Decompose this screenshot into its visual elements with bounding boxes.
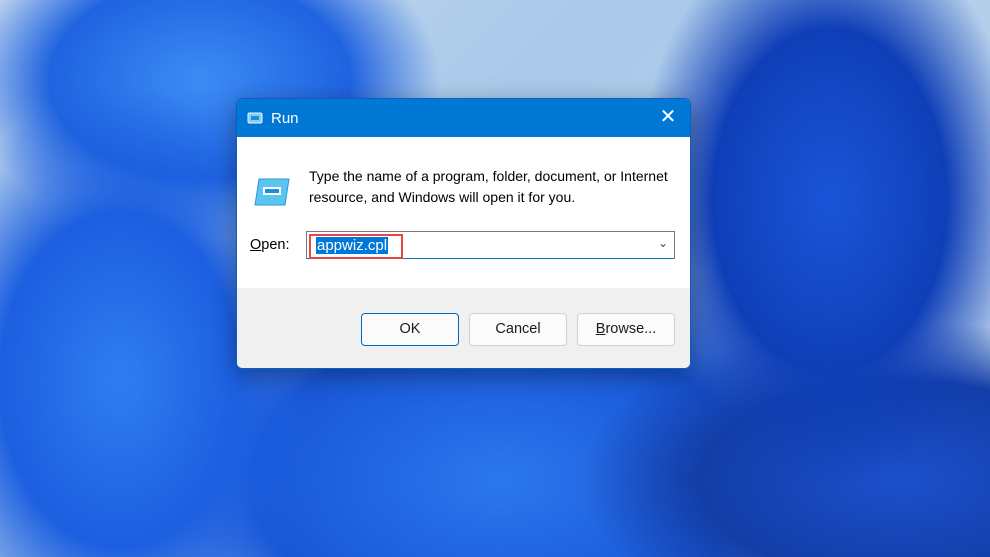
dialog-content: Type the name of a program, folder, docu…	[237, 137, 690, 288]
dialog-title: Run	[271, 109, 299, 127]
close-button[interactable]: ✕	[658, 107, 678, 127]
ok-button[interactable]: OK	[361, 313, 459, 346]
run-program-icon	[254, 178, 290, 206]
open-input[interactable]: appwiz.cpl ⌄	[306, 231, 675, 259]
run-dialog: Run ✕ Type the name of a program, folder…	[236, 98, 691, 369]
browse-label: rowse...	[605, 321, 657, 337]
chevron-down-icon[interactable]: ⌄	[658, 236, 668, 250]
highlight-box	[309, 234, 403, 259]
title-bar[interactable]: Run ✕	[237, 99, 690, 137]
open-label-mnemonic: O	[250, 237, 262, 253]
open-label-text: pen:	[261, 237, 290, 253]
browse-mnemonic: B	[595, 321, 606, 337]
browse-button[interactable]: Browse...	[577, 313, 675, 346]
run-icon	[247, 112, 263, 124]
cancel-button[interactable]: Cancel	[469, 313, 567, 346]
open-label: Open:	[250, 237, 290, 253]
close-icon: ✕	[659, 106, 677, 128]
instruction-text: Type the name of a program, folder, docu…	[309, 168, 668, 205]
